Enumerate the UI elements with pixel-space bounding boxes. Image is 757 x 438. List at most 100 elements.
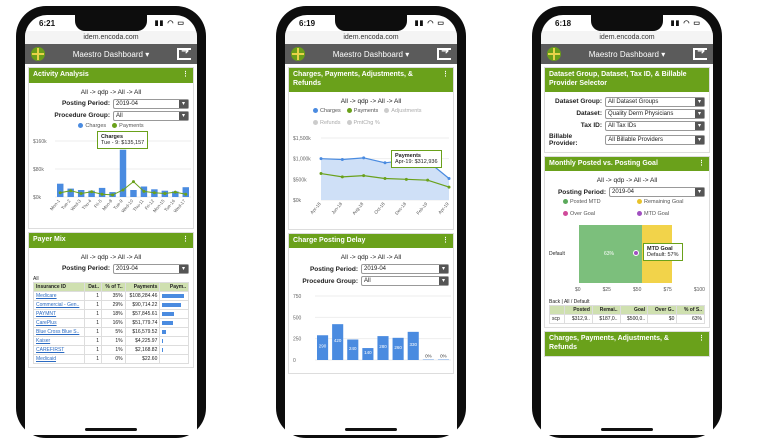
column-header[interactable]: Over G.. (648, 306, 677, 315)
procedure-group-select[interactable]: All (361, 276, 449, 286)
table-row[interactable]: CAREFIRST11%$2,168.82 (34, 345, 189, 354)
payment-bar (162, 294, 184, 298)
column-header[interactable]: Remai.. (592, 306, 620, 315)
column-header[interactable]: Posted (565, 306, 593, 315)
dashboard-menu[interactable]: Maestro Dashboard ▾ (333, 50, 410, 59)
phone-1-screen: 6:21▮▮ ◠ ▭ idem.encoda.com Maestro Dashb… (25, 15, 197, 435)
legend-payments[interactable]: Payments (347, 108, 378, 114)
payments-dot-icon (112, 123, 117, 128)
payments-point (174, 190, 177, 193)
legend-pmtchg[interactable]: PmtChg % (347, 120, 380, 126)
payment-bar-cell (160, 309, 189, 318)
table-cell[interactable]: Commercial - Gen.. (34, 300, 85, 309)
panel-menu-icon[interactable]: ⋮ (698, 160, 705, 169)
posted-bar-label: 63% (604, 251, 614, 257)
column-header[interactable]: Dat.. (85, 282, 102, 291)
posting-period-label: Posting Period: (62, 265, 110, 272)
column-header[interactable] (550, 306, 565, 315)
panel-body: Dataset Group:All Dataset Groups Dataset… (545, 92, 709, 152)
procedure-group-select[interactable]: All (113, 111, 189, 121)
column-header[interactable]: % of S.. (677, 306, 705, 315)
bar-label: 330 (409, 342, 417, 347)
panel-title: Dataset Group, Dataset, Tax ID, & Billab… (549, 71, 705, 89)
table-row[interactable]: PAYMNT118%$57,845.61 (34, 309, 189, 318)
table-cell[interactable]: Medicare (34, 291, 85, 300)
table-cell[interactable]: Kaiser (34, 336, 85, 345)
table-cell[interactable]: CarePlus (34, 318, 85, 327)
url-bar[interactable]: idem.encoda.com (25, 31, 197, 44)
logo-icon[interactable] (291, 47, 305, 61)
table-cell[interactable]: CAREFIRST (34, 345, 85, 354)
billable-provider-row: Billable Provider:All Billable Providers (549, 133, 705, 147)
table-row[interactable]: scp$312,9..$187,0..$500,0..$063% (550, 315, 705, 324)
column-header[interactable]: Insurance ID (34, 282, 85, 291)
posting-period-select[interactable]: 2019-04 (113, 264, 189, 274)
legend-label: Payments (354, 108, 378, 114)
legend-posted[interactable]: Posted MTD (563, 199, 631, 205)
clock: 6:19 (299, 19, 315, 28)
logo-icon[interactable] (547, 47, 561, 61)
adjustments-dot-icon (384, 108, 389, 113)
column-header[interactable]: Payments (125, 282, 160, 291)
table-cell[interactable]: PAYMNT (34, 309, 85, 318)
legend-adjustments[interactable]: Adjustments (384, 108, 421, 114)
goal-chart[interactable]: Default 63% MTD GoalDefault: 57% $0$25$5… (549, 219, 705, 299)
posting-period-row: Posting Period:2019-04 (33, 264, 189, 274)
table-row[interactable]: Medicare135%$108,284.46 (34, 291, 189, 300)
dataset-select[interactable]: Quality Derm Physicians (605, 109, 705, 119)
table-row[interactable]: Commercial - Gen..129%$90,714.22 (34, 300, 189, 309)
legend-charges[interactable]: Charges (78, 123, 106, 129)
posting-period-label: Posting Period: (310, 266, 358, 273)
table-row[interactable]: Kaiser11%$4,225.97 (34, 336, 189, 345)
column-header[interactable]: Paym.. (160, 282, 189, 291)
breadcrumb: All -> qdp -> All -> All (549, 177, 705, 184)
selector-panel: Dataset Group, Dataset, Tax ID, & Billab… (544, 67, 710, 153)
panel-header: Activity Analysis⋮ (29, 68, 193, 83)
logout-icon[interactable] (437, 48, 451, 60)
legend-charges[interactable]: Charges (313, 108, 341, 114)
legend-payments[interactable]: Payments (112, 123, 143, 129)
payments-point (80, 192, 83, 195)
table-row[interactable]: Blue Cross Blue S..15%$16,579.52 (34, 327, 189, 336)
legend-remaining[interactable]: Remaining Goal (637, 199, 705, 205)
url-bar[interactable]: idem.encoda.com (285, 31, 457, 44)
panel-menu-icon[interactable]: ⋮ (182, 236, 189, 245)
back-link[interactable]: Back (549, 299, 560, 305)
x-tick: Mon-1 (49, 198, 61, 211)
url-bar[interactable]: idem.encoda.com (541, 31, 713, 44)
legend-refunds[interactable]: Refunds (313, 120, 341, 126)
table-cell[interactable]: Blue Cross Blue S.. (34, 327, 85, 336)
y-tick: 0 (293, 358, 296, 364)
table-cell[interactable]: Medicaid (34, 354, 85, 363)
charge-delay-chart[interactable]: 75050025002904202401402802603300%0% (293, 288, 455, 368)
table-row[interactable]: CarePlus116%$51,779.74 (34, 318, 189, 327)
logo-icon[interactable] (31, 47, 45, 61)
phone-3-screen: 6:18▮▮ ◠ ▭ idem.encoda.com Maestro Dashb… (541, 15, 713, 435)
dashboard-menu[interactable]: Maestro Dashboard ▾ (589, 50, 666, 59)
column-header[interactable]: Goal (620, 306, 648, 315)
posting-period-select[interactable]: 2019-04 (609, 187, 705, 197)
field-label: Tax ID: (581, 122, 602, 129)
payments-point (132, 180, 135, 183)
posting-period-select[interactable]: 2019-04 (113, 99, 189, 109)
signal-wifi-battery-icon: ▮▮ ◠ ▭ (155, 19, 185, 27)
panel-menu-icon[interactable]: ⋮ (182, 71, 189, 80)
logout-icon[interactable] (693, 48, 707, 60)
column-header[interactable]: % of T.. (102, 282, 126, 291)
y-tick: $500k (293, 177, 307, 183)
table-row[interactable]: Medicaid10%$22.60 (34, 354, 189, 363)
panel-menu-icon[interactable]: ⋮ (442, 237, 449, 246)
payment-bar (162, 303, 180, 307)
panel-menu-icon[interactable]: ⋮ (442, 71, 449, 89)
dashboard-menu[interactable]: Maestro Dashboard ▾ (73, 50, 150, 59)
legend-mtd[interactable]: MTD Goal (637, 211, 705, 217)
billable-provider-select[interactable]: All Billable Providers (605, 135, 705, 145)
legend-over[interactable]: Over Goal (563, 211, 631, 217)
posting-period-select[interactable]: 2019-04 (361, 264, 449, 274)
logout-icon[interactable] (177, 48, 191, 60)
dataset-group-select[interactable]: All Dataset Groups (605, 97, 705, 107)
payment-bar (162, 312, 174, 316)
panel-menu-icon[interactable]: ⋮ (698, 335, 705, 353)
cpar-chart[interactable]: $1,500k$1,000k$500k$0kApr-18Jun-18Aug-18… (293, 128, 455, 224)
tax-id-select[interactable]: All Tax IDs (605, 121, 705, 131)
